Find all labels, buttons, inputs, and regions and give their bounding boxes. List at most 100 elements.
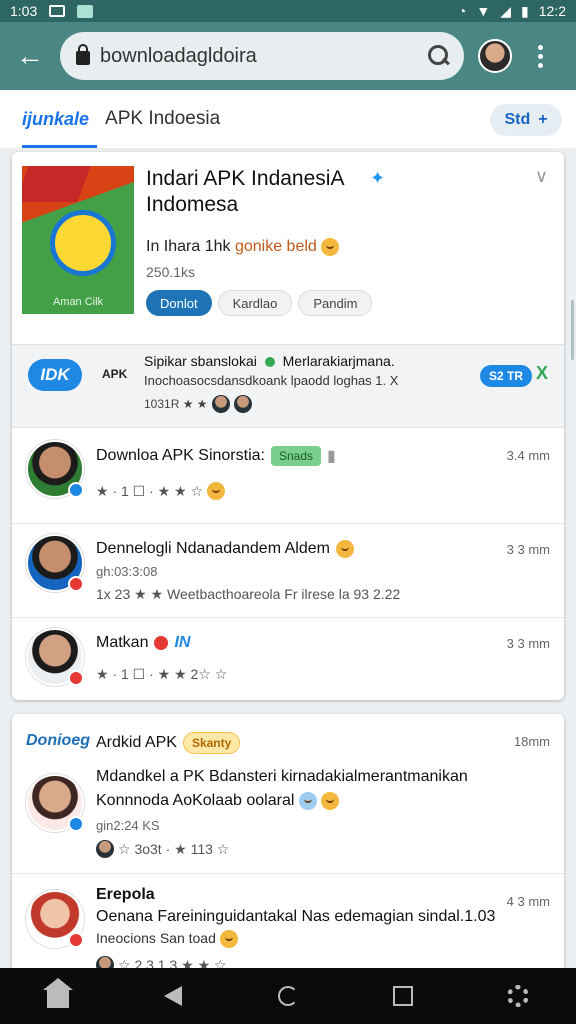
recents-icon[interactable]	[266, 974, 310, 1018]
list-item[interactable]: Matkan IN ★ · 1 ☐ · ★ ★ 2☆ ☆ 3 3 mm	[12, 618, 564, 700]
badge-icon	[68, 816, 84, 832]
mini-avatar	[233, 395, 252, 413]
verified-star-icon: ✦	[370, 168, 386, 188]
details-button[interactable]: Kardlao	[217, 290, 293, 316]
profile-avatar[interactable]	[478, 39, 512, 73]
item-meta-text: ★ · 1 ☐ · ★ ★ 2☆ ☆	[96, 666, 228, 682]
category-title: Ardkid APK Skanty	[96, 732, 241, 754]
item-meta: ★ · 1 ☐ · ★ ★ ☆	[96, 482, 226, 500]
avatar[interactable]	[26, 440, 84, 498]
category-chip: Skanty	[182, 732, 241, 754]
scrollbar-thumb[interactable]	[571, 300, 574, 360]
wifi-icon: ▼	[476, 3, 491, 19]
notification-icon	[49, 5, 66, 17]
item-subtitle: gh:03:3:08	[96, 564, 158, 579]
tab-active[interactable]: ijunkale	[22, 90, 98, 148]
online-dot-icon	[264, 357, 275, 368]
plus-icon: +	[538, 111, 548, 128]
close-icon[interactable]: X	[536, 363, 548, 384]
address-bar[interactable]: bownloadagldoira	[60, 32, 464, 80]
system-nav-bar	[0, 968, 576, 1024]
item-title: Matkan IN	[96, 634, 190, 652]
smile-emoji-icon	[321, 792, 340, 810]
item-meta: 1x 23 ★ ★ Weetbacthoareola Fr ilrese la …	[96, 586, 400, 603]
item-meta-text: 1x 23 ★ ★ Weetbacthoareola Fr ilrese la …	[96, 586, 401, 602]
promo-meta-text: 1031R ★ ★	[144, 397, 208, 411]
brand-mark: IN	[174, 634, 191, 651]
status-chip: Snads	[270, 446, 322, 466]
list-item[interactable]: Mdandkel a PK Bdansteri kirnadakialmeran…	[12, 764, 564, 874]
browser-toolbar: ← bownloadagldoira	[0, 22, 576, 90]
item-title-text: Dennelogli Ndanadandem Aldem	[96, 540, 330, 557]
item-title: Downloa APK Sinorstia: Snads ▮	[96, 446, 336, 466]
badge-icon	[68, 482, 84, 498]
avatar[interactable]	[26, 890, 84, 948]
red-dot-icon	[154, 636, 169, 650]
home-icon[interactable]	[36, 974, 80, 1018]
back-triangle-icon[interactable]	[151, 974, 195, 1018]
app-tagline: In Ihara 1hk gonike beld	[146, 238, 340, 256]
tagline-prefix: In Ihara 1hk	[146, 238, 231, 256]
smile-emoji-icon	[321, 238, 340, 256]
overflow-menu-icon[interactable]	[520, 44, 560, 68]
item-time: 3 3 mm	[506, 542, 550, 557]
emoji-icon	[298, 792, 317, 810]
promo-subtitle: Inochoasocsdansdkoank lpaodd loghas 1. X	[144, 373, 399, 388]
featured-app[interactable]: Aman Cilk Indari APK IndanesiA Indomesa …	[12, 152, 564, 342]
smile-emoji-icon	[219, 930, 238, 949]
item-title-text: Downloa APK Sinorstia:	[96, 447, 265, 464]
app-banner-label: Aman Cilk	[52, 296, 104, 308]
app-size: 250.1ks	[146, 264, 196, 280]
item-title: Mdandkel a PK Bdansteri kirnadakialmeran…	[96, 768, 468, 785]
list-item[interactable]: Downloa APK Sinorstia: Snads ▮ ★ · 1 ☐ ·…	[12, 430, 564, 524]
item-name: Erepola	[96, 886, 155, 903]
status-time-right: 12:2	[538, 3, 566, 19]
category-header[interactable]: Donioeg Ardkid APK Skanty 18mm	[12, 714, 564, 764]
status-bar: 1:03 ◔ ▼ ◢ ▮ 12:2	[0, 0, 576, 22]
item-title: Oenana Fareininguidantakal Nas edemagian…	[96, 908, 496, 925]
promo-banner[interactable]: IDK APK Sipikar sbanslokai Merlarakiarjm…	[12, 344, 564, 428]
download-button[interactable]: Donlot	[146, 290, 212, 316]
search-icon[interactable]	[428, 45, 450, 67]
promo-title-a: Sipikar sbanslokai	[144, 353, 257, 369]
promo-tag: APK	[102, 367, 128, 381]
item-title: Dennelogli Ndanadandem Aldem	[96, 540, 354, 558]
item-time: 4 3 mm	[506, 894, 550, 909]
tab-row: ijunkale APK Indoesia Std +	[0, 90, 576, 148]
list-item[interactable]: Dennelogli Ndanadandem Aldem gh:03:3:08 …	[12, 524, 564, 618]
promo-title: Sipikar sbanslokai Merlarakiarjmana.	[144, 353, 395, 369]
app-action-buttons: Donlot Kardlao Pandim	[146, 290, 373, 316]
back-arrow-icon[interactable]: ←	[0, 26, 60, 86]
avatar[interactable]	[26, 628, 84, 686]
item-time: 3.4 mm	[506, 448, 550, 463]
smile-emoji-icon	[335, 540, 354, 558]
mini-avatar	[211, 395, 230, 413]
tab-title[interactable]: APK Indoesia	[105, 108, 220, 130]
promo-logo: IDK	[28, 359, 82, 391]
settings-gear-icon[interactable]	[496, 974, 540, 1018]
smile-emoji-icon	[207, 482, 226, 500]
featured-card: Aman Cilk Indari APK IndanesiA Indomesa …	[12, 152, 564, 700]
sort-pill-label: Std	[504, 111, 531, 128]
battery-icon: ▮	[521, 2, 529, 19]
item-subtitle: gin2:24 KS	[96, 818, 160, 833]
item-meta: ☆ 3o3t · ★ 113 ☆	[96, 840, 229, 858]
lock-icon	[76, 44, 90, 65]
promo-title-b: Merlarakiarjmana.	[282, 353, 395, 369]
signal-icon: ◢	[500, 2, 512, 19]
promo-pill-button[interactable]: S2 TR	[480, 365, 532, 387]
app-notification-icon	[77, 4, 94, 18]
item-meta: ★ · 1 ☐ · ★ ★ 2☆ ☆	[96, 666, 227, 683]
share-button[interactable]: Pandim	[298, 290, 373, 316]
promo-meta: 1031R ★ ★	[144, 395, 252, 413]
avatar[interactable]	[26, 534, 84, 592]
url-text[interactable]: bownloadagldoira	[100, 45, 428, 68]
category-time: 18mm	[513, 734, 550, 749]
app-banner-image[interactable]: Aman Cilk	[22, 166, 134, 314]
tagline-accent: gonike beld	[234, 238, 317, 256]
chevron-down-icon[interactable]: ∨	[535, 166, 548, 187]
overview-square-icon[interactable]	[381, 974, 425, 1018]
sort-pill-button[interactable]: Std +	[490, 104, 562, 136]
avatar[interactable]	[26, 774, 84, 832]
bar-icon: ▮	[327, 448, 336, 465]
